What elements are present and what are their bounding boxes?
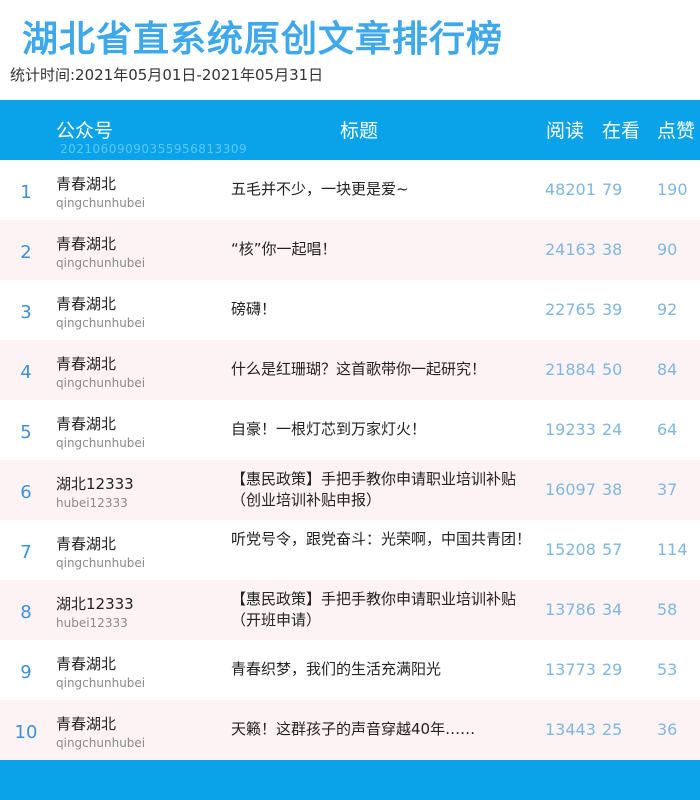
read-count: 13773 [545,660,596,679]
table-row: 3 青春湖北 qingchunhubei 磅礴！ 22765 39 92 [0,280,700,340]
like-count: 92 [657,300,678,319]
ranking-table: 1 青春湖北 qingchunhubei 五毛并不少，一块更是爱~ 48201 … [0,160,700,760]
like-count: 37 [657,480,678,499]
rank-number: 10 [14,722,38,743]
account-name: 青春湖北 [56,415,117,433]
rank-number: 3 [20,302,32,323]
table-row: 2 青春湖北 qingchunhubei “核”你一起唱！ 24163 38 9… [0,220,700,280]
account-name: 湖北12333 [56,595,134,613]
article-title: 天籁！这群孩子的声音穿越40年…… [231,720,476,738]
like-count: 90 [657,240,678,259]
article-title: 【惠民政策】手把手教你申请职业培训补贴（创业培训补贴申报） [231,470,517,509]
header-reads: 阅读 [546,120,585,142]
header-viewing: 在看 [602,120,641,142]
account-id: qingchunhubei [56,436,146,450]
header-id-code: 20210609090355956813309 [60,142,248,156]
account-name: 青春湖北 [56,715,117,733]
read-count: 16097 [545,480,596,499]
viewing-count: 39 [602,300,623,319]
like-count: 84 [657,360,678,379]
read-count: 48201 [545,180,596,199]
article-title: 听党号令，跟党奋斗：光荣啊，中国共青团！ [231,530,532,548]
viewing-count: 38 [602,240,623,259]
article-title: 什么是红珊瑚？这首歌带你一起研究！ [231,360,487,378]
like-count: 36 [657,720,678,739]
viewing-count: 29 [602,660,623,679]
table-row: 4 青春湖北 qingchunhubei 什么是红珊瑚？这首歌带你一起研究！ 2… [0,340,700,400]
account-id: hubei12333 [56,496,128,510]
rank-number: 2 [20,242,32,263]
table-row: 1 青春湖北 qingchunhubei 五毛并不少，一块更是爱~ 48201 … [0,160,700,220]
footer-bar [0,760,700,800]
article-title: 自豪！一根灯芯到万家灯火！ [231,420,427,438]
account-name: 青春湖北 [56,355,117,373]
account-name: 青春湖北 [56,655,117,673]
article-title: 青春织梦，我们的生活充满阳光 [231,660,442,678]
table-row: 5 青春湖北 qingchunhubei 自豪！一根灯芯到万家灯火！ 19233… [0,400,700,460]
viewing-count: 79 [602,180,623,199]
account-id: qingchunhubei [56,316,146,330]
account-id: qingchunhubei [56,556,146,570]
read-count: 22765 [545,300,596,319]
page-title: 湖北省直系统原创文章排行榜 [22,19,504,60]
article-title: 【惠民政策】手把手教你申请职业培训补贴（开班申请） [231,590,517,629]
account-name: 湖北12333 [56,475,134,493]
rank-number: 4 [20,362,32,383]
rank-number: 8 [20,602,32,623]
viewing-count: 24 [602,420,623,439]
account-name: 青春湖北 [56,175,117,193]
rank-number: 1 [20,182,32,203]
viewing-count: 50 [602,360,623,379]
rank-number: 6 [20,482,32,503]
read-count: 13786 [545,600,596,619]
ranking-page: 湖北省直系统原创文章排行榜 统计时间:2021年05月01日-2021年05月3… [0,0,700,800]
like-count: 64 [657,420,678,439]
header-title: 标题 [340,120,379,142]
article-title: “核”你一起唱！ [231,240,337,258]
header-likes: 点赞 [657,120,696,142]
viewing-count: 57 [602,540,623,559]
like-count: 190 [657,180,688,199]
account-id: qingchunhubei [56,736,146,750]
account-id: qingchunhubei [56,196,146,210]
read-count: 21884 [545,360,596,379]
table-row: 6 湖北12333 hubei12333 【惠民政策】手把手教你申请职业培训补贴… [0,460,700,520]
account-id: qingchunhubei [56,256,146,270]
header-account: 公众号 [56,120,114,142]
rank-number: 5 [20,422,32,443]
viewing-count: 38 [602,480,623,499]
table-row: 8 湖北12333 hubei12333 【惠民政策】手把手教你申请职业培训补贴… [0,580,700,640]
account-name: 青春湖北 [56,235,117,253]
rank-number: 9 [20,662,32,683]
account-id: qingchunhubei [56,376,146,390]
account-id: hubei12333 [56,616,128,630]
table-row: 9 青春湖北 qingchunhubei 青春织梦，我们的生活充满阳光 1377… [0,640,700,700]
read-count: 13443 [545,720,596,739]
table-row: 7 青春湖北 qingchunhubei 听党号令，跟党奋斗：光荣啊，中国共青团… [0,520,700,580]
article-title: 磅礴！ [231,300,277,318]
read-count: 15208 [545,540,596,559]
viewing-count: 25 [602,720,623,739]
rank-number: 7 [20,542,32,563]
table-row: 10 青春湖北 qingchunhubei 天籁！这群孩子的声音穿越40年…… … [0,700,700,760]
table-header: 公众号 标题 阅读 在看 点赞 20210609090355956813309 [0,100,700,160]
like-count: 58 [657,600,678,619]
like-count: 114 [657,540,688,559]
stat-period: 统计时间:2021年05月01日-2021年05月31日 [10,66,324,84]
like-count: 53 [657,660,678,679]
account-name: 青春湖北 [56,535,117,553]
article-title: 五毛并不少，一块更是爱~ [231,180,409,198]
account-id: qingchunhubei [56,676,146,690]
viewing-count: 34 [602,600,623,619]
read-count: 24163 [545,240,596,259]
read-count: 19233 [545,420,596,439]
account-name: 青春湖北 [56,295,117,313]
